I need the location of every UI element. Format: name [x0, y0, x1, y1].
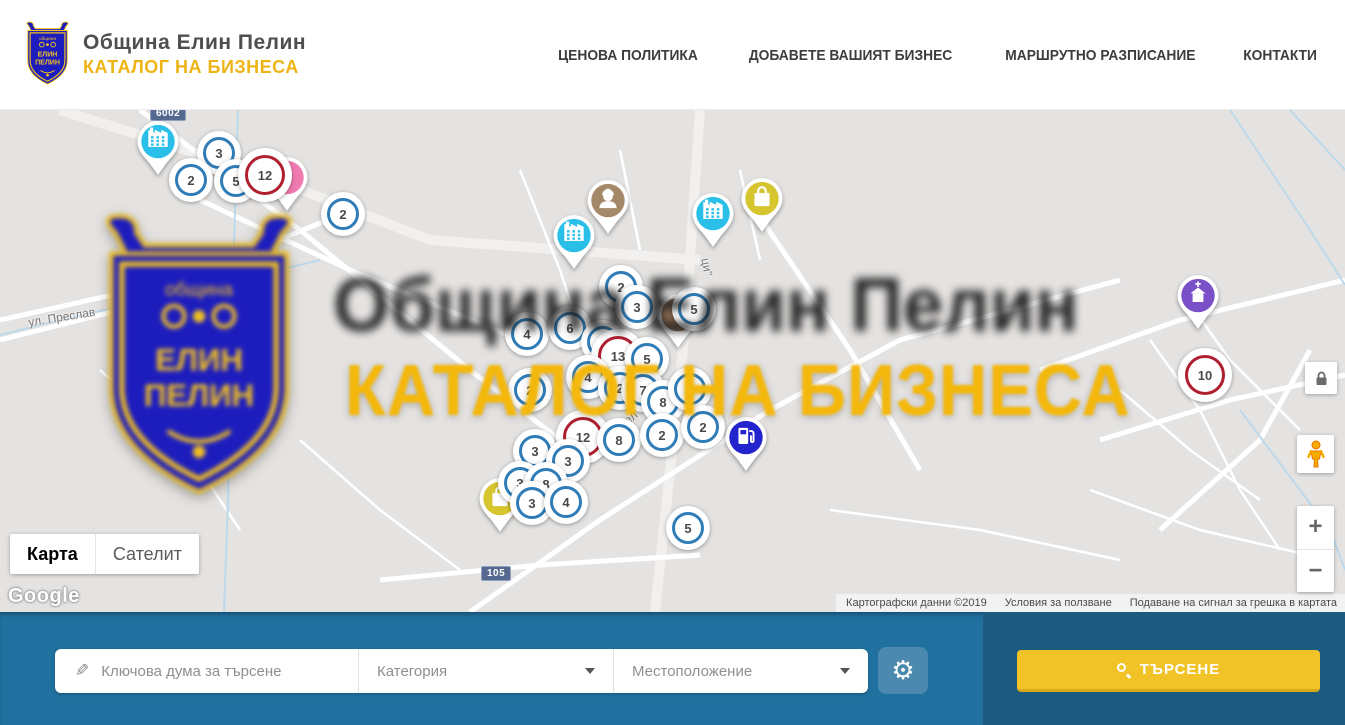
category-dropdown[interactable]: Категория: [358, 649, 613, 693]
site-logo[interactable]: община ЕЛИН ПЕЛИН Община Елин Пелин КАТА…: [24, 20, 306, 88]
chevron-down-icon: [840, 668, 850, 674]
lock-button[interactable]: [1305, 362, 1337, 394]
lock-icon: [1315, 371, 1328, 386]
search-button[interactable]: ТЪРСЕНЕ: [1017, 650, 1320, 692]
road-number-badge: 105: [481, 566, 511, 581]
cluster-marker[interactable]: 5: [672, 287, 716, 331]
location-dropdown[interactable]: Местоположение: [613, 649, 868, 693]
cluster-marker[interactable]: 2: [169, 158, 213, 202]
search-icon: [1117, 663, 1130, 676]
svg-text:ПЕЛИН: ПЕЛИН: [35, 59, 60, 66]
poi-marker[interactable]: [691, 192, 735, 253]
cluster-marker[interactable]: 10: [1178, 348, 1232, 402]
street-label: ци": [698, 257, 715, 277]
main-nav: ЦЕНОВА ПОЛИТИКА ДОБАВЕТЕ ВАШИЯТ БИЗНЕС М…: [552, 0, 1320, 110]
report-error-link[interactable]: Подаване на сигнал за грешка в картата: [1130, 597, 1337, 609]
page: община ЕЛИН ПЕЛИН Община Елин Пелин КАТА…: [0, 0, 1345, 725]
header: община ЕЛИН ПЕЛИН Община Елин Пелин КАТА…: [0, 0, 1345, 110]
map-canvas[interactable]: ул. Преслав бул. „Новосел ци" 6002 105: [0, 110, 1345, 612]
keyword-input[interactable]: [101, 663, 358, 680]
attribution-copyright: Картографски данни ©2019: [846, 597, 987, 609]
nav-route-schedule[interactable]: МАРШРУТНО РАЗПИСАНИЕ: [1005, 47, 1195, 64]
nav-add-business[interactable]: ДОБАВЕТЕ ВАШИЯТ БИЗНЕС: [749, 47, 952, 64]
nav-pricing[interactable]: ЦЕНОВА ПОЛИТИКА: [558, 47, 698, 64]
cluster-marker[interactable]: 4: [505, 312, 549, 356]
cluster-marker[interactable]: 12: [238, 148, 292, 202]
poi-marker[interactable]: [724, 416, 768, 477]
map-type-map-button[interactable]: Карта: [10, 534, 95, 574]
zoom-control: + −: [1297, 506, 1334, 592]
cluster-marker[interactable]: 5: [666, 506, 710, 550]
poi-marker[interactable]: [1176, 274, 1220, 335]
cluster-marker[interactable]: 8: [597, 418, 641, 462]
cluster-marker[interactable]: 2: [321, 192, 365, 236]
pegman-icon: [1306, 440, 1326, 468]
map-type-satellite-button[interactable]: Сателит: [95, 534, 199, 574]
cluster-marker[interactable]: 4: [544, 480, 588, 524]
chevron-down-icon: [585, 668, 595, 674]
svg-text:ЕЛИН: ЕЛИН: [38, 51, 58, 58]
nav-contacts[interactable]: КОНТАКТИ: [1243, 47, 1317, 64]
map-attribution: Картографски данни ©2019 Условия за полз…: [836, 594, 1345, 612]
search-section: ✎ Категория Местоположение ⚙ ТЪРСЕНЕ: [0, 612, 1345, 725]
google-logo[interactable]: Google: [8, 585, 80, 608]
keyword-segment: ✎: [55, 649, 358, 693]
cluster-marker[interactable]: 2: [508, 368, 552, 412]
municipality-crest-icon: община ЕЛИН ПЕЛИН: [24, 20, 71, 88]
fuel-icon: [738, 428, 753, 444]
cluster-marker[interactable]: 2: [640, 413, 684, 457]
zoom-out-button[interactable]: −: [1297, 550, 1334, 593]
site-subtitle: КАТАЛОГ НА БИЗНЕСА: [83, 57, 306, 78]
terms-link[interactable]: Условия за ползване: [1005, 597, 1112, 609]
poi-marker[interactable]: [740, 177, 784, 238]
category-dropdown-label: Категория: [377, 663, 447, 680]
location-dropdown-label: Местоположение: [632, 663, 752, 680]
site-title: Община Елин Пелин: [83, 31, 306, 55]
svg-text:община: община: [39, 36, 56, 41]
gear-icon: ⚙: [891, 656, 914, 686]
map-type-control: Карта Сателит: [10, 534, 199, 574]
cluster-marker[interactable]: 3: [615, 285, 659, 329]
pencil-icon: ✎: [75, 661, 89, 681]
cluster-marker[interactable]: 2: [681, 405, 725, 449]
zoom-in-button[interactable]: +: [1297, 506, 1334, 550]
pegman-button[interactable]: [1297, 435, 1334, 473]
advanced-search-button[interactable]: ⚙: [878, 647, 928, 694]
poi-marker[interactable]: [586, 179, 630, 240]
search-bar: ✎ Категория Местоположение: [55, 649, 868, 693]
